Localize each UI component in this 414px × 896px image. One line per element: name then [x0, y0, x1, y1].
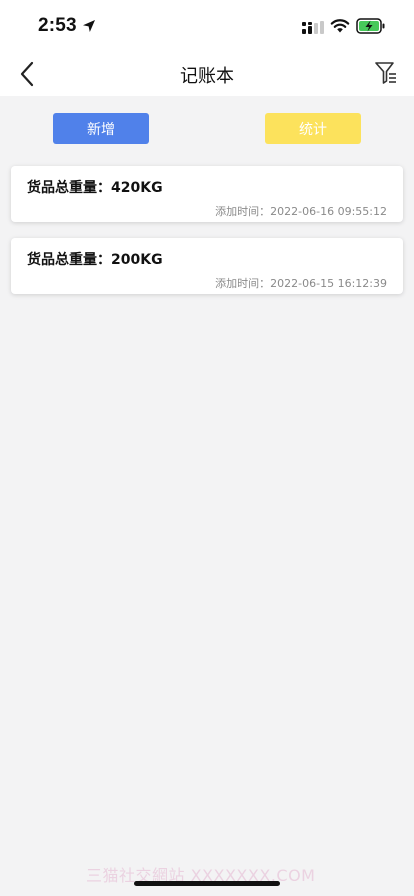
filter-icon[interactable]	[374, 60, 398, 86]
battery-charging-icon	[356, 18, 385, 34]
record-weight: 货品总重量：200KG	[27, 252, 163, 268]
location-arrow-icon	[83, 20, 95, 32]
nav-bar: 记账本	[0, 52, 414, 96]
record-added-time: 添加时间：2022-06-16 09:55:12	[215, 205, 387, 218]
record-card[interactable]: 货品总重量：420KG 添加时间：2022-06-16 09:55:12	[11, 166, 403, 222]
home-indicator[interactable]	[134, 881, 280, 886]
page-title: 记账本	[180, 66, 234, 87]
status-time: 2:53	[38, 15, 77, 36]
record-card[interactable]: 货品总重量：200KG 添加时间：2022-06-15 16:12:39	[11, 238, 403, 294]
stats-button[interactable]: 统计	[265, 113, 361, 144]
record-weight: 货品总重量：420KG	[27, 180, 163, 196]
cellular-signal-icon	[302, 21, 324, 34]
add-button[interactable]: 新增	[53, 113, 149, 144]
status-bar: 2:53	[0, 0, 414, 52]
wifi-icon	[330, 19, 350, 33]
record-added-time: 添加时间：2022-06-15 16:12:39	[215, 277, 387, 290]
